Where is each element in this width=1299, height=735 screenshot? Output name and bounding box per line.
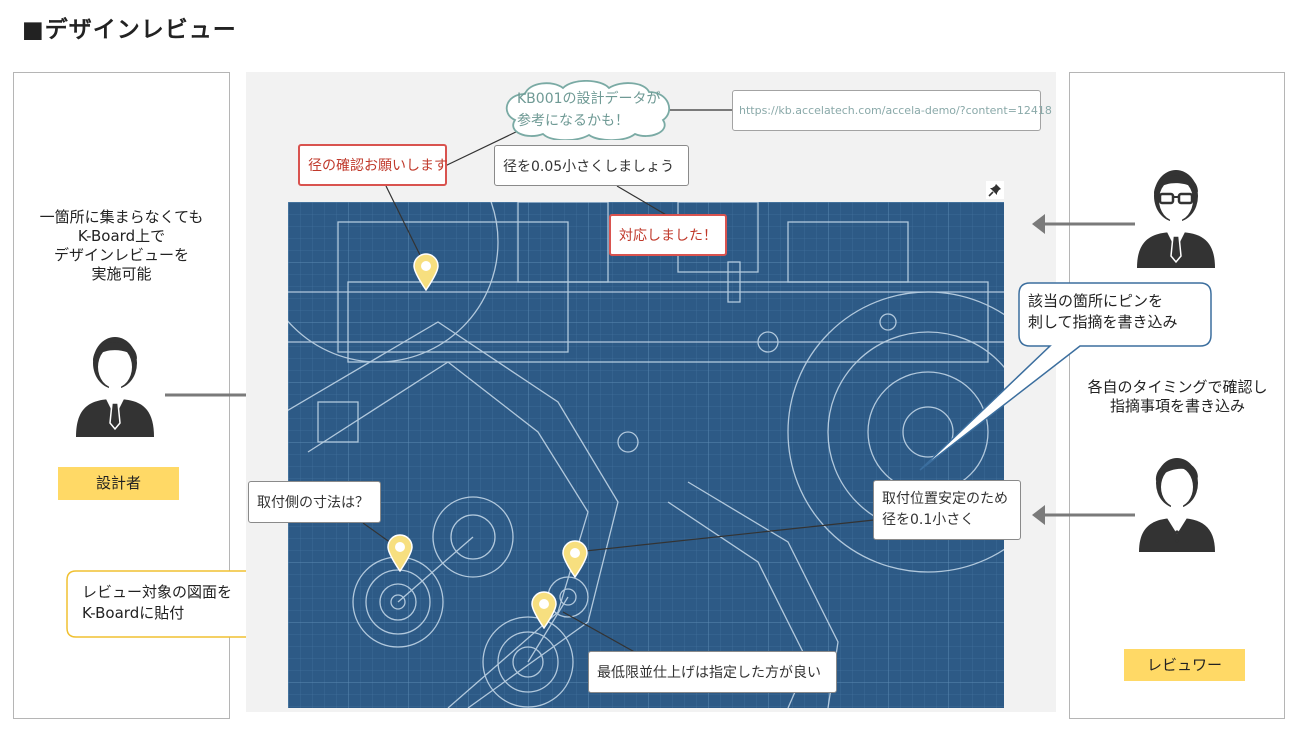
pin-toggle-button[interactable]: [986, 181, 1004, 199]
note-stability-line: 径を0.1小さく: [882, 512, 975, 528]
reviewer-description-line: 各自のタイミングで確認し: [1087, 378, 1268, 396]
arrow-left-icon: [1032, 214, 1135, 234]
note-diameter-check[interactable]: 径の確認お願いします: [298, 144, 448, 186]
map-pin-icon[interactable]: [531, 591, 557, 629]
note-reduce-diameter-005[interactable]: 径を0.05小さくしましょう: [494, 145, 689, 186]
map-pin-icon[interactable]: [413, 253, 439, 291]
note-stability-line: 取付位置安定のため: [882, 491, 1008, 507]
reviewer-callout-text: 該当の箇所にピンを 刺して指摘を書き込み: [1028, 291, 1178, 333]
cloud-note-line: KB001の設計データが: [517, 91, 661, 107]
reviewer-callout-line: 刺して指摘を書き込み: [1028, 313, 1178, 331]
cloud-note-line: 参考になるかも！: [517, 113, 629, 129]
reviewer-glasses-person-icon: [1137, 170, 1215, 268]
reviewer-callout-line: 該当の箇所にピンを: [1028, 292, 1164, 310]
arrow-left-icon: [1032, 505, 1135, 525]
note-mount-dimension[interactable]: 取付側の寸法は？: [248, 481, 381, 523]
reviewer-role-badge: レビュワー: [1124, 649, 1245, 681]
reviewer-person-icon: [1139, 458, 1215, 552]
map-pin-icon[interactable]: [387, 534, 413, 572]
url-link-note[interactable]: https://kb.accelatech.com/accela-demo/?c…: [732, 90, 1052, 131]
note-stability-reduce[interactable]: 取付位置安定のため 径を0.1小さく: [873, 480, 1021, 540]
reviewer-description-line: 指摘事項を書き込み: [1109, 397, 1245, 415]
pushpin-icon: [986, 181, 1004, 199]
cloud-note-text[interactable]: KB001の設計データが 参考になるかも！: [517, 88, 661, 132]
note-minimum-finish[interactable]: 最低限並仕上げは指定した方が良い: [588, 651, 837, 693]
reviewer-description: 各自のタイミングで確認し 指摘事項を書き込み: [1070, 378, 1285, 416]
note-done[interactable]: 対応しました！: [609, 214, 727, 256]
map-pin-icon[interactable]: [562, 540, 588, 578]
